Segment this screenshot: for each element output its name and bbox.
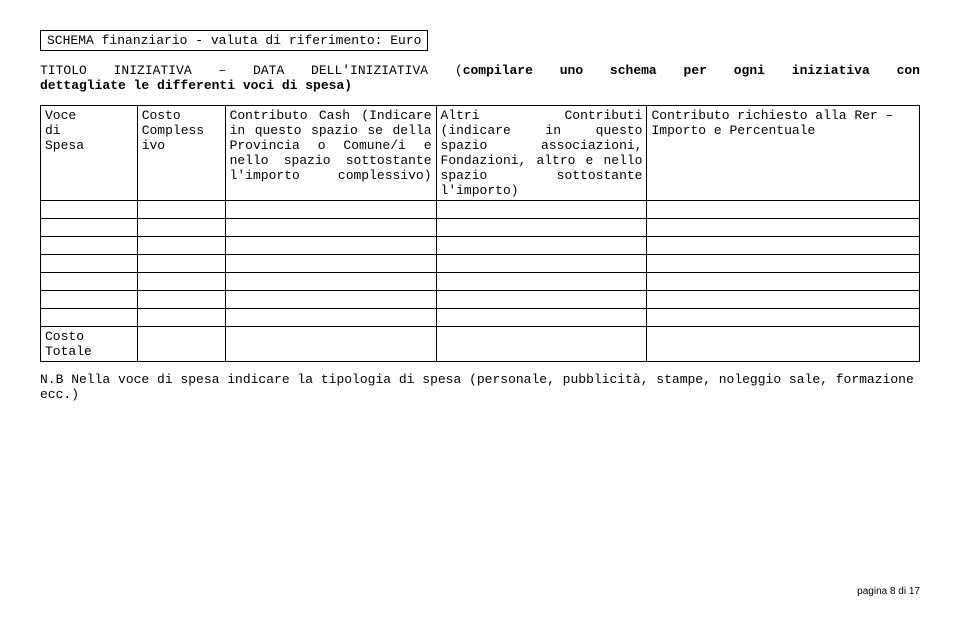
col1-l1: Voce <box>45 108 133 123</box>
intro-bold2: dettagliate le differenti voci di spesa) <box>40 78 352 93</box>
schema-header-text: SCHEMA finanziario - valuta di riferimen… <box>47 33 421 48</box>
col2-l1: Costo <box>142 108 221 123</box>
col2-l3: ivo <box>142 138 221 153</box>
intro-prefix: TITOLO INIZIATIVA – DATA DELL'INIZIATIVA <box>40 63 428 78</box>
table-row <box>41 273 920 291</box>
table-row <box>41 309 920 327</box>
intro-line2: dettagliate le differenti voci di spesa) <box>40 78 920 93</box>
table-row <box>41 201 920 219</box>
table-header-row: Voce di Spesa Costo Compless ivo Contrib… <box>41 106 920 201</box>
schema-header: SCHEMA finanziario - valuta di riferimen… <box>40 30 428 51</box>
finance-table: Voce di Spesa Costo Compless ivo Contrib… <box>40 105 920 362</box>
table-row <box>41 255 920 273</box>
total-label-cell: Costo Totale <box>41 327 138 362</box>
page-number: pagina 8 di 17 <box>857 586 920 597</box>
intro-bold1: compilare uno schema per ogni iniziativa… <box>463 63 920 78</box>
col5-text: Contributo richiesto alla Rer – Importo … <box>651 108 893 138</box>
intro-paren: ( <box>455 63 463 78</box>
intro-line: TITOLO INIZIATIVA – DATA DELL'INIZIATIVA… <box>40 63 920 78</box>
col-altri-contributi: Altri Contributi (indicare in questo spa… <box>436 106 647 201</box>
table-row <box>41 237 920 255</box>
table-row <box>41 219 920 237</box>
col1-l2: di <box>45 123 133 138</box>
col-contributo-richiesto: Contributo richiesto alla Rer – Importo … <box>647 106 920 201</box>
table-row <box>41 291 920 309</box>
col-costo-complessivo: Costo Compless ivo <box>137 106 225 201</box>
col2-l2: Compless <box>142 123 221 138</box>
note-text: N.B Nella voce di spesa indicare la tipo… <box>40 372 920 402</box>
col1-l3: Spesa <box>45 138 133 153</box>
col-contributo-cash: Contributo Cash (Indicare in questo spaz… <box>225 106 436 201</box>
col-voce-spesa: Voce di Spesa <box>41 106 138 201</box>
table-total-row: Costo Totale <box>41 327 920 362</box>
